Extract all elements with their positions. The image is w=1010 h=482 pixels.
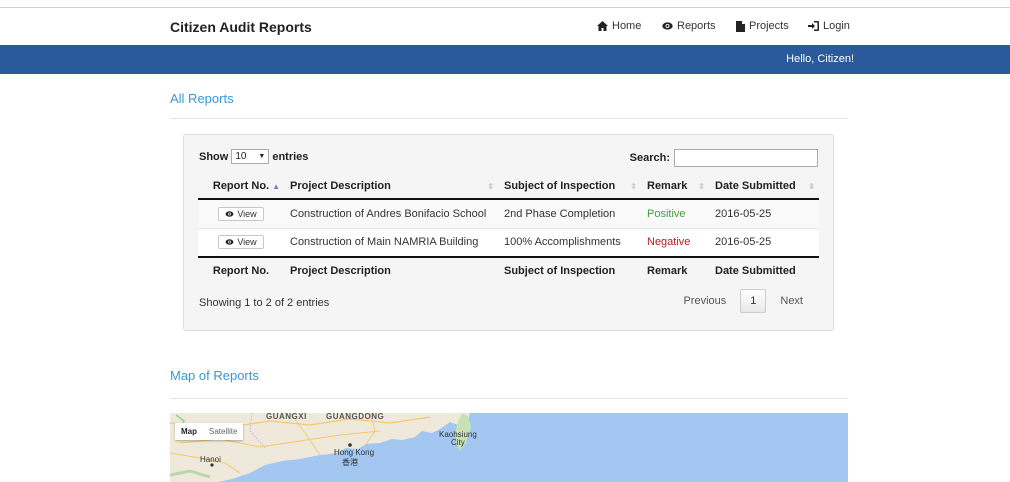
footer-project: Project Description [284,256,498,284]
search-input[interactable] [674,149,818,167]
column-header-label: Date Submitted [715,180,796,192]
eye-icon [662,22,673,30]
footer-remark: Remark [641,256,709,284]
table-row: View Construction of Andres Bonifacio Sc… [198,199,819,228]
map-tiles [170,413,848,482]
view-button-label: View [237,208,257,219]
nav-projects[interactable]: Projects [736,20,789,32]
footer-date: Date Submitted [709,256,819,284]
date-cell: 2016-05-25 [709,199,819,228]
column-header-report-no[interactable]: Report No. ▲ [198,174,284,200]
all-reports-heading: All Reports [170,91,234,106]
nav-home[interactable]: Home [597,20,641,32]
entries-select-value: 10 [235,151,247,162]
column-header-label: Remark [647,180,688,192]
length-suffix: entries [272,150,309,163]
date-cell: 2016-05-25 [709,227,819,257]
project-cell: Construction of Andres Bonifacio School [284,199,498,228]
map-label-hanoi: Hanoi [200,455,221,464]
subject-cell: 2nd Phase Completion [498,199,641,228]
sort-icon: ⬍ [487,182,494,191]
map-label-hongkong-cn: 香港 [342,458,358,467]
footer-report-no: Report No. [198,256,284,284]
map-label-hongkong: Hong Kong [334,448,375,457]
table-row: View Construction of Main NAMRIA Buildin… [198,227,819,257]
login-icon [808,21,819,31]
eye-icon [225,211,234,217]
navbar: Citizen Audit Reports Home Reports Proje… [0,8,1010,45]
search-control: Search: [630,149,818,167]
column-header-date[interactable]: Date Submitted ⬍ [709,174,819,200]
reports-table: Report No. ▲ Project Description ⬍ Subject… [198,174,819,284]
header-bar: Hello, Citizen! [0,45,1010,74]
greeting-text: Hello, Citizen! [786,53,854,65]
remark-cell: Positive [641,199,709,228]
length-control: Show 10 ▼ entries [199,149,308,164]
map-label-guangdong: GUANGDONG [326,413,385,421]
home-icon [597,21,608,31]
sort-icon: ⬍ [630,182,637,191]
sort-icon: ⬍ [808,182,815,191]
length-prefix: Show [199,150,229,163]
view-button[interactable]: View [218,235,264,250]
previous-page-button[interactable]: Previous [675,289,734,313]
map-type-map[interactable]: Map [175,423,203,440]
next-page-button[interactable]: Next [772,289,811,313]
footer-subject: Subject of Inspection [498,256,641,284]
remark-cell: Negative [641,227,709,257]
divider [170,398,848,399]
nav-login-label: Login [823,20,850,32]
search-label: Search: [629,152,670,164]
reports-map[interactable]: Map Satellite GUANGXI GUANGDONG Hanoi Ho… [170,413,848,482]
map-heading: Map of Reports [170,368,259,383]
map-label-guangxi: GUANGXI [266,413,307,421]
report-no-cell: View [198,227,284,257]
column-header-remark[interactable]: Remark ⬍ [641,174,709,200]
nav-login[interactable]: Login [808,20,850,32]
view-button-label: View [237,237,257,248]
sort-icon: ⬍ [698,182,705,191]
column-header-label: Project Description [290,180,391,192]
sort-asc-icon: ▲ [272,182,280,191]
nav-links: Home Reports Projects Login [0,20,1010,36]
page-1-button[interactable]: 1 [740,289,767,313]
map-type-control: Map Satellite [175,423,244,440]
project-cell: Construction of Main NAMRIA Building [284,227,498,257]
reports-table-panel: Show 10 ▼ entries Search: Report No. ▲ Pr… [183,134,834,331]
entries-select[interactable]: 10 ▼ [231,149,270,164]
column-header-subject[interactable]: Subject of Inspection ⬍ [498,174,641,200]
chevron-down-icon: ▼ [258,153,266,160]
view-button[interactable]: View [218,206,264,221]
nav-home-label: Home [612,20,642,32]
column-header-project[interactable]: Project Description ⬍ [284,174,498,200]
column-header-label: Subject of Inspection [504,180,616,192]
report-no-cell: View [198,199,284,228]
table-footer-row: Report No. Project Description Subject o… [198,256,819,284]
eye-icon [225,239,234,245]
subject-cell: 100% Accomplishments [498,227,641,257]
pagination: Previous 1 Next [675,289,811,313]
map-type-satellite[interactable]: Satellite [203,423,243,440]
divider [170,118,848,119]
map-label-city: City [451,438,465,447]
nav-reports-label: Reports [677,20,716,32]
file-icon [736,20,745,32]
nav-reports[interactable]: Reports [662,20,716,32]
nav-projects-label: Projects [749,20,789,32]
table-info: Showing 1 to 2 of 2 entries [199,297,330,309]
table-header-row: Report No. ▲ Project Description ⬍ Subject… [198,174,819,200]
column-header-label: Report No. [212,180,270,192]
